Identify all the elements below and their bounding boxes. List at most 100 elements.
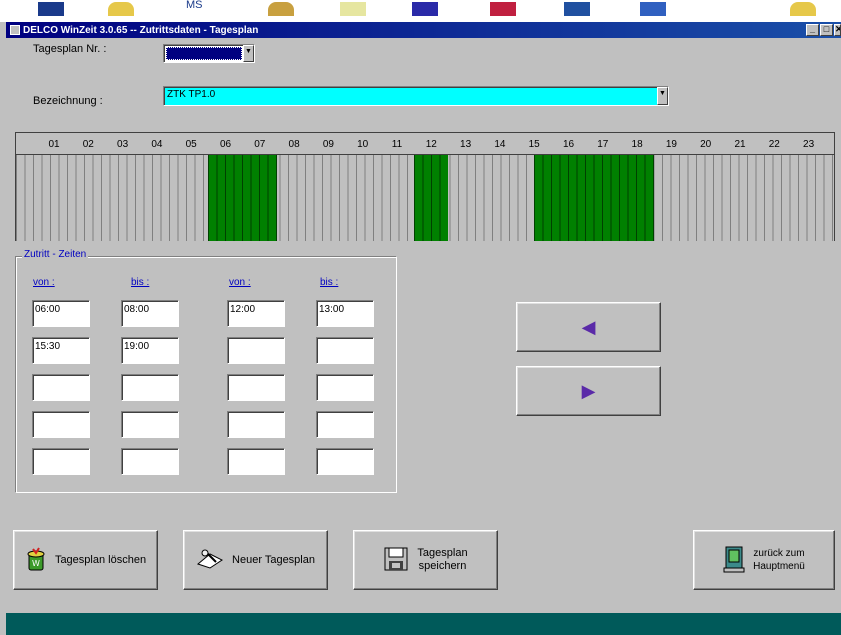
plan-nr-select[interactable]: ▼ xyxy=(163,44,255,63)
window-title: DELCO WinZeit 3.0.65 -- Zutrittsdaten - … xyxy=(23,24,259,36)
desktop-icon[interactable] xyxy=(268,2,294,16)
desktop-icon[interactable] xyxy=(640,2,666,16)
timeline-hour-label: 10 xyxy=(357,139,369,150)
save-label-line2: speichern xyxy=(418,560,467,572)
time-field-von2[interactable] xyxy=(227,374,285,401)
svg-text:W: W xyxy=(32,559,40,568)
time-field-bis1[interactable] xyxy=(121,411,179,438)
desktop-icon[interactable] xyxy=(490,2,516,16)
time-field-von2[interactable] xyxy=(227,448,285,475)
timeline-hour-label: 14 xyxy=(494,139,506,150)
time-field-von2[interactable] xyxy=(227,337,285,364)
app-icon xyxy=(10,25,20,35)
timeline-hour-label: 21 xyxy=(734,139,746,150)
desktop-icon[interactable] xyxy=(38,2,64,16)
time-field-von1[interactable] xyxy=(32,448,90,475)
timeline-hour-label: 12 xyxy=(425,139,437,150)
back-to-main-menu-button[interactable]: zurück zum Hauptmenü xyxy=(693,530,835,590)
zutritt-zeiten-group: Zutritt - Zeiten von : bis : von : bis :… xyxy=(15,249,397,493)
time-field-bis2[interactable]: 13:00 xyxy=(316,300,374,327)
time-field-bis1[interactable]: 08:00 xyxy=(121,300,179,327)
timeline-hour-label: 01 xyxy=(48,139,60,150)
new-plan-button[interactable]: Neuer Tagesplan xyxy=(183,530,328,590)
save-plan-button[interactable]: Tagesplan speichern xyxy=(353,530,498,590)
timeline-hour-label: 18 xyxy=(631,139,643,150)
group-title: Zutritt - Zeiten xyxy=(22,249,89,260)
save-plan-label: Tagesplan speichern xyxy=(417,547,467,573)
back-label-line1: zurück zum xyxy=(753,548,805,559)
column-header-von: von : xyxy=(229,277,251,288)
timeline-active-slot[interactable] xyxy=(534,155,655,241)
time-field-von1[interactable]: 06:00 xyxy=(32,300,90,327)
bezeichnung-label: Bezeichnung : xyxy=(33,95,103,107)
desktop-icon[interactable] xyxy=(412,2,438,16)
timeline-hour-label: 02 xyxy=(82,139,94,150)
timeline-hour-label: 05 xyxy=(185,139,197,150)
minimize-button[interactable]: _ xyxy=(806,24,819,36)
timeline-hour-label: 08 xyxy=(288,139,300,150)
timeline-hour-label: 11 xyxy=(391,139,403,150)
save-label-line1: Tagesplan xyxy=(417,547,468,559)
trash-icon: W xyxy=(25,546,47,575)
back-to-main-menu-label: zurück zum Hauptmenü xyxy=(753,547,805,573)
desktop-background: MS xyxy=(0,0,841,22)
bezeichnung-select[interactable]: ZTK TP1.0 ▼ xyxy=(163,86,669,106)
new-plan-label: Neuer Tagesplan xyxy=(232,554,315,566)
arrow-left-icon: ◀ xyxy=(581,316,596,337)
timeline-hour-label: 23 xyxy=(803,139,815,150)
timeline-hour-label: 13 xyxy=(460,139,472,150)
desktop-icon[interactable] xyxy=(340,2,366,16)
column-header-von: von : xyxy=(33,277,55,288)
timeline-hour-label: 09 xyxy=(322,139,334,150)
delete-plan-button[interactable]: W Tagesplan löschen xyxy=(13,530,158,590)
bezeichnung-value: ZTK TP1.0 xyxy=(167,89,216,100)
writing-hand-icon xyxy=(196,548,224,573)
floppy-disk-icon xyxy=(383,546,409,575)
time-field-von1[interactable] xyxy=(32,374,90,401)
delete-plan-label: Tagesplan löschen xyxy=(54,554,147,566)
time-field-von2[interactable]: 12:00 xyxy=(227,300,285,327)
time-field-bis2[interactable] xyxy=(316,337,374,364)
timeline-hour-label: 16 xyxy=(562,139,575,150)
time-field-bis2[interactable] xyxy=(316,374,374,401)
time-field-bis1[interactable] xyxy=(121,448,179,475)
window-titlebar[interactable]: DELCO WinZeit 3.0.65 -- Zutrittsdaten - … xyxy=(6,22,841,38)
previous-button[interactable]: ◀ xyxy=(516,302,661,352)
time-field-von1[interactable]: 15:30 xyxy=(32,337,90,364)
close-button[interactable]: ✕ xyxy=(834,24,841,36)
column-header-bis: bis : xyxy=(131,277,150,288)
timeline-hour-label: 07 xyxy=(254,139,266,150)
chevron-down-icon[interactable]: ▼ xyxy=(657,87,668,105)
timeline-hour-header: 01 02 03 04 05 06 07 08 09 10 11 12 13 14 15 16 17 18 19 20… xyxy=(16,133,834,155)
timeline-hour-label: 17 xyxy=(597,139,609,150)
plan-nr-label: Tagesplan Nr. : xyxy=(33,43,107,55)
column-header-bis: bis : xyxy=(320,277,339,288)
desktop-folder-icon[interactable] xyxy=(108,2,134,16)
timeline-hour-label: 04 xyxy=(151,139,163,150)
day-timeline[interactable]: 01 02 03 04 05 06 07 08 09 10 11 12 13 14 15 16 17 18 19 20… xyxy=(15,132,835,241)
timeline-hour-label: 15 xyxy=(528,139,540,150)
timeline-hour-label: 19 xyxy=(665,139,677,150)
timeline-body[interactable] xyxy=(16,155,834,241)
timeline-hour-label: 22 xyxy=(768,139,780,150)
time-field-bis1[interactable]: 19:00 xyxy=(121,337,179,364)
timeline-active-slot[interactable] xyxy=(414,155,449,241)
timeline-hour-label: 03 xyxy=(117,139,129,150)
timeline-hour-label: 20 xyxy=(700,139,712,150)
maximize-button[interactable]: □ xyxy=(820,24,833,36)
time-field-bis1[interactable] xyxy=(121,374,179,401)
desktop-folder-icon[interactable] xyxy=(790,2,816,16)
time-field-bis2[interactable] xyxy=(316,411,374,438)
time-field-von2[interactable] xyxy=(227,411,285,438)
chevron-down-icon[interactable]: ▼ xyxy=(243,45,254,62)
timeline-active-slot[interactable] xyxy=(208,155,277,241)
desktop-icon[interactable] xyxy=(564,2,590,16)
status-bar xyxy=(6,613,841,635)
desktop-icon-label: MS xyxy=(186,0,203,11)
exit-door-icon xyxy=(723,545,745,576)
back-label-line2: Hauptmenü xyxy=(753,561,805,572)
arrow-right-icon: ▶ xyxy=(581,380,596,401)
next-button[interactable]: ▶ xyxy=(516,366,661,416)
time-field-bis2[interactable] xyxy=(316,448,374,475)
time-field-von1[interactable] xyxy=(32,411,90,438)
